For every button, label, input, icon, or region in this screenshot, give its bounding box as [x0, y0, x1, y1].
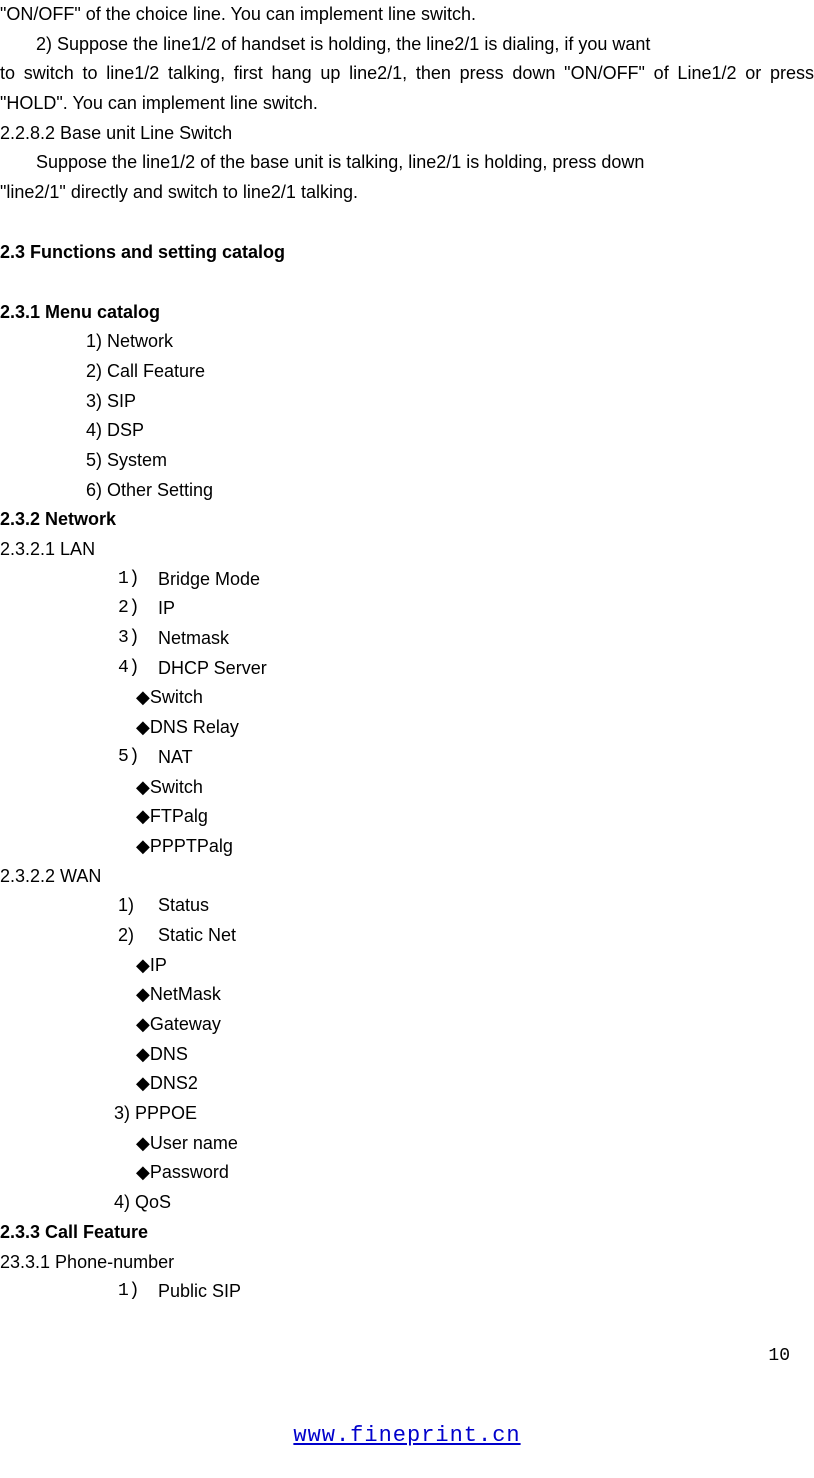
paragraph: Suppose the line1/2 of the base unit is …: [0, 148, 814, 178]
list-text: Netmask: [158, 624, 229, 654]
list-text: Status: [158, 891, 209, 921]
list-number: 2): [118, 594, 158, 624]
paragraph: 2) Suppose the line1/2 of handset is hol…: [0, 30, 814, 60]
list-item: 1) Status: [118, 891, 814, 921]
list-text: NAT: [158, 743, 193, 773]
list-number: 1): [118, 891, 158, 921]
bullet-item: ◆User name: [136, 1129, 814, 1159]
menu-item: 3) SIP: [86, 387, 814, 417]
list-item: 3) Netmask: [118, 624, 814, 654]
menu-item: 1) Network: [86, 327, 814, 357]
footer-url-link[interactable]: www.fineprint.cn: [293, 1423, 520, 1448]
bullet-item: ◆Switch: [136, 683, 814, 713]
bullet-item: ◆Switch: [136, 773, 814, 803]
list-text: IP: [158, 594, 175, 624]
menu-item: 6) Other Setting: [86, 476, 814, 506]
paragraph: to switch to line1/2 talking, first hang…: [0, 59, 814, 118]
heading-233: 2.3.3 Call Feature: [0, 1218, 814, 1248]
list-item: 4) QoS: [114, 1188, 814, 1218]
paragraph: "ON/OFF" of the choice line. You can imp…: [0, 0, 814, 30]
list-item: 1) Public SIP: [118, 1277, 814, 1307]
list-item: 2) Static Net: [118, 921, 814, 951]
menu-item: 2) Call Feature: [86, 357, 814, 387]
heading-2321: 2.3.2.1 LAN: [0, 535, 814, 565]
list-number: 4): [118, 654, 158, 684]
list-item: 2) IP: [118, 594, 814, 624]
bullet-item: ◆Password: [136, 1158, 814, 1188]
page-number: 10: [768, 1342, 790, 1372]
footer-link-container: www.fineprint.cn: [0, 1418, 814, 1454]
menu-item: 5) System: [86, 446, 814, 476]
heading-231: 2.3.1 Menu catalog: [0, 298, 814, 328]
list-item: 5) NAT: [118, 743, 814, 773]
heading-23: 2.3 Functions and setting catalog: [0, 238, 814, 268]
list-number: 2): [118, 921, 158, 951]
list-number: 1): [118, 565, 158, 595]
menu-item: 4) DSP: [86, 416, 814, 446]
document-page: "ON/OFF" of the choice line. You can imp…: [0, 0, 814, 1478]
list-number: 3): [118, 624, 158, 654]
heading-2322: 2.3.2.2 WAN: [0, 862, 814, 892]
bullet-item: ◆PPPTPalg: [136, 832, 814, 862]
bullet-item: ◆DNS: [136, 1040, 814, 1070]
list-item: 4) DHCP Server: [118, 654, 814, 684]
bullet-item: ◆DNS Relay: [136, 713, 814, 743]
heading-2282: 2.2.8.2 Base unit Line Switch: [0, 119, 814, 149]
bullet-item: ◆FTPalg: [136, 802, 814, 832]
list-number: 1): [118, 1277, 158, 1307]
heading-23-3-1: 23.3.1 Phone-number: [0, 1248, 814, 1278]
list-text: Static Net: [158, 921, 236, 951]
list-item: 1) Bridge Mode: [118, 565, 814, 595]
list-item: 3) PPPOE: [114, 1099, 814, 1129]
list-text: DHCP Server: [158, 654, 267, 684]
bullet-item: ◆DNS2: [136, 1069, 814, 1099]
page-content: "ON/OFF" of the choice line. You can imp…: [0, 0, 814, 1307]
list-text: Public SIP: [158, 1277, 241, 1307]
bullet-item: ◆IP: [136, 951, 814, 981]
paragraph: "line2/1" directly and switch to line2/1…: [0, 178, 814, 208]
heading-232: 2.3.2 Network: [0, 505, 814, 535]
list-number: 5): [118, 743, 158, 773]
bullet-item: ◆NetMask: [136, 980, 814, 1010]
bullet-item: ◆Gateway: [136, 1010, 814, 1040]
list-text: Bridge Mode: [158, 565, 260, 595]
